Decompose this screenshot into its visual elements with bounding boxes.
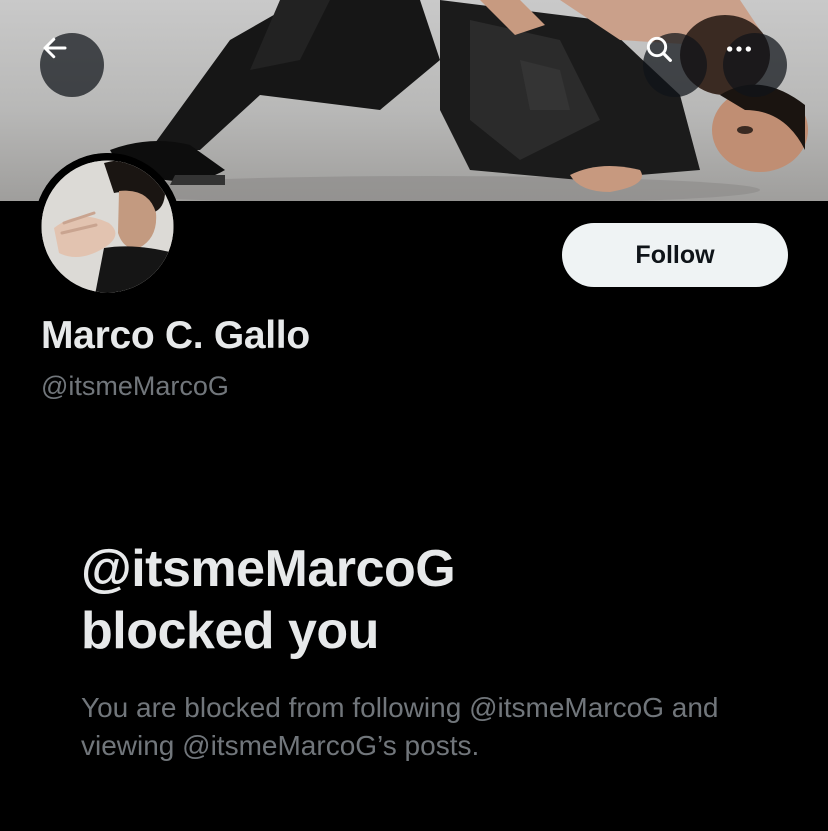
search-icon — [646, 36, 672, 62]
follow-button[interactable]: Follow — [562, 223, 788, 287]
blocked-title-handle: @itsmeMarcoG — [81, 540, 456, 598]
more-horizontal-icon — [727, 46, 751, 52]
more-options-button[interactable] — [723, 33, 787, 97]
blocked-title-text: blocked you — [81, 602, 379, 660]
profile-avatar[interactable] — [34, 153, 181, 300]
display-name: Marco C. Gallo — [41, 314, 310, 357]
user-handle: @itsmeMarcoG — [41, 371, 229, 401]
blocked-title: @itsmeMarcoG blocked you — [81, 538, 456, 662]
blocked-description: You are blocked from following @itsmeMar… — [81, 692, 719, 761]
back-button[interactable] — [40, 33, 104, 97]
arrow-left-icon — [43, 37, 67, 59]
search-button[interactable] — [643, 33, 707, 97]
avatar-photo — [34, 153, 181, 300]
